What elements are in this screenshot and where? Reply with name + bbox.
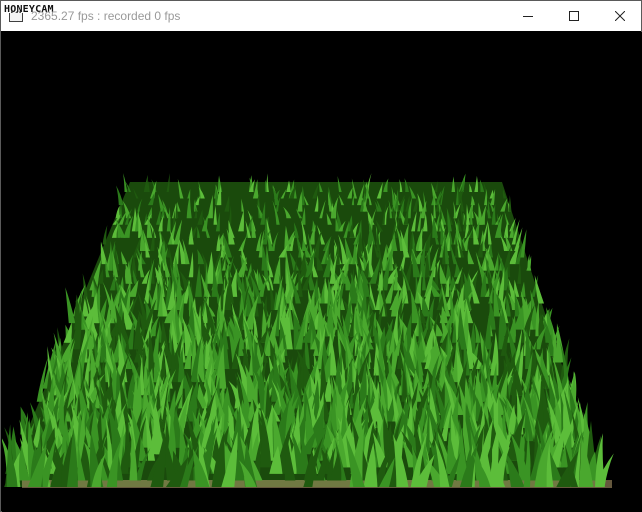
close-icon	[615, 11, 625, 21]
window-title: 2365.27 fps : recorded 0 fps	[31, 9, 181, 23]
minimize-icon	[523, 16, 533, 17]
application-window: HONEYCAM 2365.27 fps : recorded 0 fps	[0, 0, 642, 512]
maximize-button[interactable]	[551, 1, 597, 31]
maximize-icon	[569, 11, 579, 21]
grass-field	[2, 32, 642, 512]
minimize-button[interactable]	[505, 1, 551, 31]
close-button[interactable]	[597, 1, 642, 31]
render-viewport[interactable]	[2, 32, 642, 512]
title-bar[interactable]: HONEYCAM 2365.27 fps : recorded 0 fps	[1, 1, 641, 31]
